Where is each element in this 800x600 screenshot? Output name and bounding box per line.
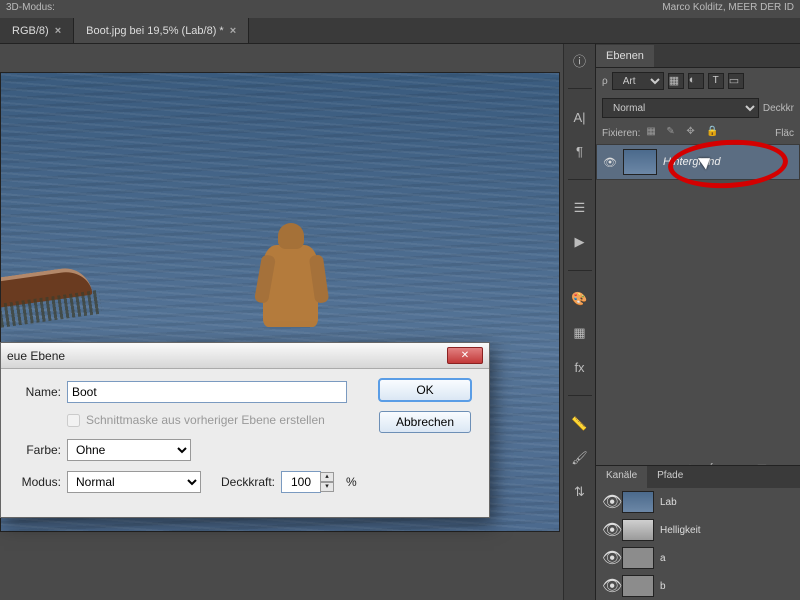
ruler-icon[interactable]: 📏 bbox=[570, 414, 590, 434]
opacity-input[interactable] bbox=[281, 471, 321, 493]
fisherman-figure bbox=[256, 223, 326, 343]
brush-icon[interactable]: 🖌 bbox=[570, 448, 590, 468]
channel-label: Helligkeit bbox=[660, 525, 701, 536]
right-panel-group: Ebenen ρ Art ▦ ◐ T ▭ Normal Deckkr Fixie… bbox=[595, 44, 800, 600]
new-layer-dialog: eue Ebene ✕ Name: Schnittmaske aus vorhe… bbox=[0, 342, 490, 518]
opacity-step-down[interactable]: ▾ bbox=[320, 482, 334, 492]
misc-icon[interactable]: ⇅ bbox=[570, 482, 590, 502]
dialog-close-button[interactable]: ✕ bbox=[447, 347, 483, 364]
color-select[interactable]: Ohne bbox=[67, 439, 191, 461]
channels-panel: Kanäle Pfade 👁 Lab 👁 Helligkeit 👁 a 👁 bbox=[596, 465, 800, 600]
channel-lightness[interactable]: 👁 Helligkeit bbox=[596, 516, 800, 544]
fill-label: Fläc bbox=[775, 128, 794, 139]
name-label: Name: bbox=[11, 385, 61, 399]
dialog-titlebar[interactable]: eue Ebene ✕ bbox=[1, 343, 489, 369]
filter-glyph-icon: ρ bbox=[602, 76, 608, 87]
channel-label: b bbox=[660, 581, 666, 592]
lock-label: Fixieren: bbox=[602, 128, 640, 139]
mode-label: Modus: bbox=[11, 475, 61, 489]
percent-label: % bbox=[346, 475, 357, 489]
lock-move-icon[interactable]: ✥ bbox=[686, 126, 700, 140]
layer-thumbnail[interactable] bbox=[623, 149, 657, 175]
blend-mode-select[interactable]: Normal bbox=[602, 98, 759, 118]
doc-tab-1[interactable]: RGB/8) × bbox=[0, 18, 74, 43]
lock-pixels-icon[interactable]: ▦ bbox=[646, 126, 660, 140]
doc-tab-1-label: RGB/8) bbox=[12, 25, 49, 37]
visibility-icon[interactable]: 👁 bbox=[602, 520, 616, 540]
document-tabs: RGB/8) × Boot.jpg bei 19,5% (Lab/8) * × bbox=[0, 18, 800, 44]
lock-all-icon[interactable]: 🔒 bbox=[706, 126, 720, 140]
opacity-label: Deckkraft: bbox=[221, 475, 275, 489]
mode3d-label: 3D-Modus: bbox=[6, 2, 55, 13]
tab-channels[interactable]: Kanäle bbox=[596, 466, 647, 488]
channel-thumb bbox=[622, 519, 654, 541]
filter-shape-icon[interactable]: ▭ bbox=[728, 73, 744, 89]
play-icon[interactable]: ▶ bbox=[570, 232, 590, 252]
visibility-icon[interactable]: 👁 bbox=[602, 548, 616, 568]
mode-select[interactable]: Normal bbox=[67, 471, 201, 493]
layer-name-input[interactable] bbox=[67, 381, 347, 403]
workspace: eue Ebene ✕ Name: Schnittmaske aus vorhe… bbox=[0, 44, 800, 600]
close-icon[interactable]: × bbox=[230, 25, 236, 37]
ok-button[interactable]: OK bbox=[379, 379, 471, 401]
opacity-step-up[interactable]: ▴ bbox=[320, 472, 334, 482]
swatches-icon[interactable]: 🎨 bbox=[570, 289, 590, 309]
visibility-icon[interactable]: 👁 bbox=[603, 156, 617, 169]
filter-type-select[interactable]: Art bbox=[612, 72, 664, 90]
character-icon[interactable]: A| bbox=[570, 107, 590, 127]
clipmask-label: Schnittmaske aus vorheriger Ebene erstel… bbox=[86, 413, 325, 427]
layer-item-background[interactable]: 👁 Hintergrund bbox=[596, 144, 800, 180]
channel-lab[interactable]: 👁 Lab bbox=[596, 488, 800, 516]
lock-position-icon[interactable]: ✎ bbox=[666, 126, 680, 140]
info-icon[interactable]: ⓘ bbox=[570, 50, 590, 70]
paragraph-icon[interactable]: ¶ bbox=[570, 141, 590, 161]
doc-tab-2-label: Boot.jpg bei 19,5% (Lab/8) * bbox=[86, 25, 224, 37]
channel-label: Lab bbox=[660, 497, 677, 508]
filter-type-icon[interactable]: T bbox=[708, 73, 724, 89]
dialog-title: eue Ebene bbox=[7, 349, 65, 363]
color-label: Farbe: bbox=[11, 443, 61, 457]
layers-panel-tabs: Ebenen bbox=[596, 44, 800, 68]
tab-paths[interactable]: Pfade bbox=[647, 466, 693, 488]
channel-b[interactable]: 👁 b bbox=[596, 572, 800, 600]
list-icon[interactable]: ☰ bbox=[570, 198, 590, 218]
options-bar: 3D-Modus: Marco Kolditz, MEER DER ID bbox=[0, 0, 800, 18]
layer-name-label[interactable]: Hintergrund bbox=[663, 156, 720, 168]
channel-thumb bbox=[622, 575, 654, 597]
collapsed-panels-strip: ⓘ A| ¶ ☰ ▶ 🎨 ▦ fx 📏 🖌 ⇅ bbox=[563, 44, 595, 600]
layer-list: 👁 Hintergrund bbox=[596, 144, 800, 180]
doc-tab-2[interactable]: Boot.jpg bei 19,5% (Lab/8) * × bbox=[74, 18, 249, 43]
opacity-panel-label: Deckkr bbox=[763, 103, 794, 114]
layer-filter-row: ρ Art ▦ ◐ T ▭ bbox=[596, 68, 800, 94]
clipmask-checkbox-input bbox=[67, 414, 80, 427]
channel-thumb bbox=[622, 491, 654, 513]
filter-pixel-icon[interactable]: ▦ bbox=[668, 73, 684, 89]
channel-label: a bbox=[660, 553, 666, 564]
tab-layers[interactable]: Ebenen bbox=[596, 45, 654, 67]
canvas-area: eue Ebene ✕ Name: Schnittmaske aus vorhe… bbox=[0, 44, 563, 600]
filter-adjust-icon[interactable]: ◐ bbox=[688, 73, 704, 89]
channel-a[interactable]: 👁 a bbox=[596, 544, 800, 572]
visibility-icon[interactable]: 👁 bbox=[602, 492, 616, 512]
grid-icon[interactable]: ▦ bbox=[570, 323, 590, 343]
visibility-icon[interactable]: 👁 bbox=[602, 576, 616, 596]
channel-thumb bbox=[622, 547, 654, 569]
cancel-button[interactable]: Abbrechen bbox=[379, 411, 471, 433]
fx-icon[interactable]: fx bbox=[570, 357, 590, 377]
topbar-right-text: Marco Kolditz, MEER DER ID bbox=[662, 2, 794, 13]
close-icon[interactable]: × bbox=[55, 25, 61, 37]
